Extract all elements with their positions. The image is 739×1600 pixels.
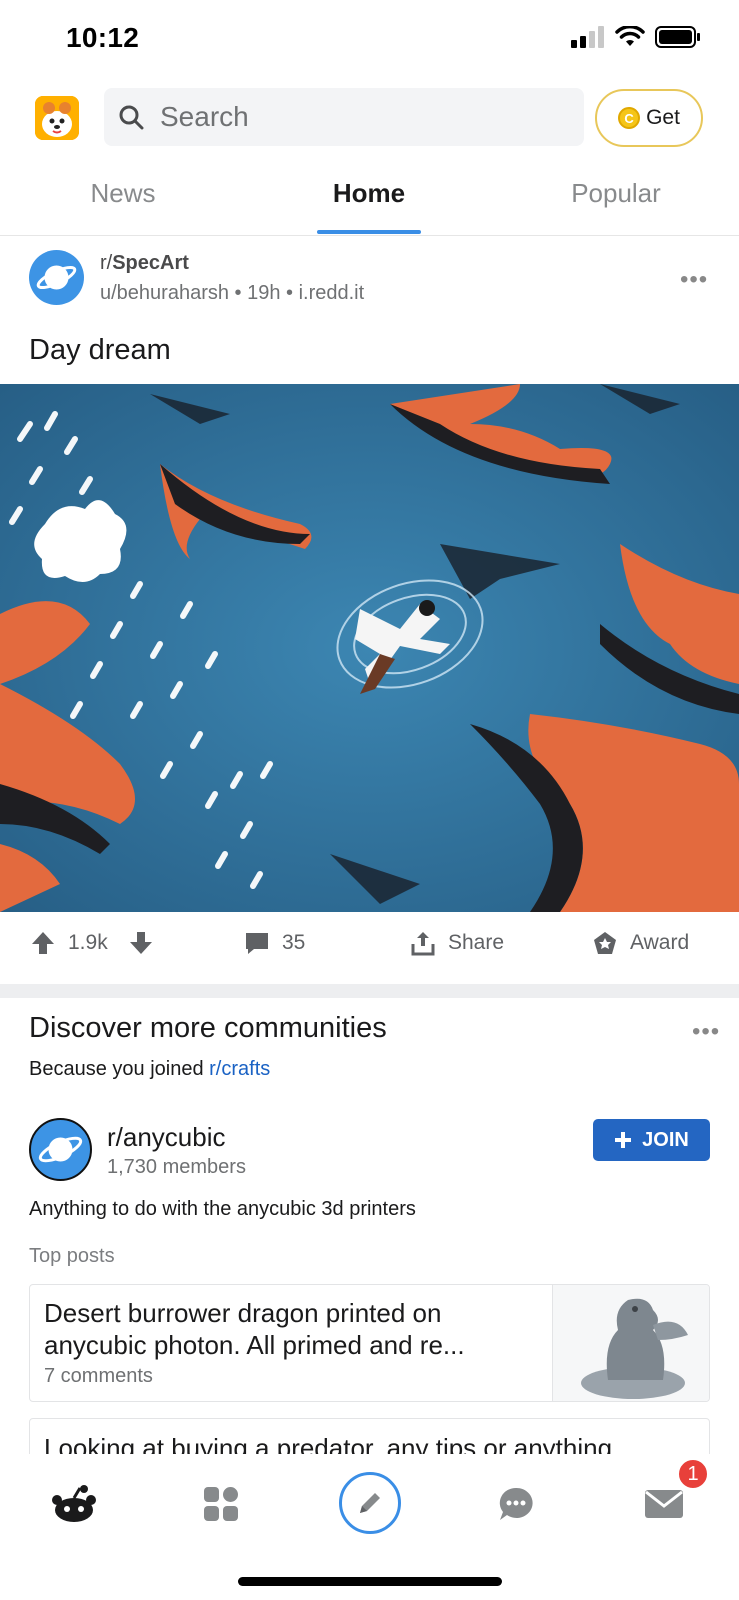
planet-icon — [36, 265, 77, 290]
coin-icon: C — [618, 107, 641, 129]
downvote-icon[interactable] — [128, 930, 154, 956]
top-post-title: Desert burrower dragon printed on anycub… — [44, 1298, 465, 1360]
battery-icon — [655, 26, 700, 48]
upvote-count: 1.9k — [68, 931, 108, 954]
user-avatar[interactable] — [35, 96, 79, 140]
discover-more-button[interactable]: ••• — [692, 1018, 720, 1046]
post-more-button[interactable]: ••• — [680, 266, 708, 294]
share-icon — [411, 932, 435, 956]
top-posts-label: Top posts — [29, 1245, 115, 1267]
comments-button[interactable]: 35 — [244, 930, 305, 956]
upvote-icon[interactable] — [30, 930, 56, 956]
because-text: Because you joined — [29, 1058, 204, 1080]
plus-icon — [615, 1132, 632, 1148]
share-label: Share — [448, 931, 505, 954]
status-icons — [571, 26, 701, 48]
nav-chat[interactable] — [486, 1474, 546, 1534]
community-name[interactable]: r/anycubic — [107, 1122, 226, 1153]
nav-home[interactable] — [44, 1474, 104, 1534]
communities-grid-icon — [204, 1487, 238, 1521]
status-time: 10:12 — [66, 22, 140, 53]
mail-icon — [645, 1490, 683, 1518]
subreddit-name[interactable]: r/SpecArt — [100, 252, 189, 275]
post-actions: 1.9k 35 Share Award — [0, 912, 739, 984]
planet-icon — [38, 1136, 83, 1163]
compose-button[interactable] — [339, 1472, 401, 1534]
share-button[interactable]: Share — [410, 930, 504, 956]
search-icon — [119, 105, 144, 130]
status-bar: 10:12 — [0, 0, 739, 80]
snoo-avatar-icon — [35, 96, 79, 140]
join-button[interactable]: JOIN — [593, 1119, 710, 1161]
comment-count: 35 — [282, 931, 306, 954]
nav-communities[interactable] — [191, 1474, 251, 1534]
community-avatar[interactable] — [29, 1118, 92, 1181]
subreddit-label: SpecArt — [112, 252, 189, 274]
top-post-card[interactable]: Desert burrower dragon printed on anycub… — [29, 1284, 710, 1402]
chat-icon — [499, 1487, 533, 1520]
inbox-badge: 1 — [677, 1458, 709, 1490]
top-post-comments: 7 comments — [44, 1365, 153, 1387]
top-post-thumbnail — [552, 1285, 709, 1401]
cellular-signal-icon — [571, 26, 604, 48]
community-description: Anything to do with the anycubic 3d prin… — [29, 1198, 416, 1220]
join-label: JOIN — [642, 1128, 689, 1151]
feed-tabs: News Home Popular — [0, 166, 739, 236]
home-indicator[interactable] — [238, 1577, 502, 1586]
post-title[interactable]: Day dream — [29, 334, 171, 367]
award-icon — [594, 932, 616, 954]
post-header: r/SpecArt u/behuraharsh • 19h • i.redd.i… — [0, 236, 739, 316]
joined-community-link[interactable]: r/crafts — [209, 1058, 270, 1080]
feed-separator — [0, 984, 739, 998]
pencil-icon — [360, 1493, 380, 1513]
search-input[interactable]: Search — [104, 88, 584, 146]
snoo-home-icon — [52, 1485, 96, 1522]
nav-create-post[interactable] — [337, 1470, 403, 1536]
discover-title: Discover more communities — [29, 1012, 387, 1044]
tab-news[interactable]: News — [43, 178, 203, 209]
top-header: Search C Get — [0, 84, 739, 154]
subreddit-avatar[interactable] — [29, 250, 84, 305]
dragon-figure-thumbnail — [581, 1298, 688, 1399]
award-label: Award — [630, 931, 690, 954]
comment-icon — [246, 933, 268, 954]
subreddit-prefix: r/ — [100, 252, 113, 274]
wifi-icon — [615, 26, 645, 46]
tab-home[interactable]: Home — [289, 178, 449, 209]
get-coins-button[interactable]: C Get — [595, 89, 703, 147]
vote-group: 1.9k — [30, 930, 154, 956]
search-placeholder: Search — [160, 101, 249, 132]
active-tab-indicator — [317, 230, 421, 234]
post-image[interactable] — [0, 384, 739, 912]
award-button[interactable]: Award — [592, 930, 689, 956]
tab-popular[interactable]: Popular — [536, 178, 696, 209]
discover-reason: Because you joined r/crafts — [29, 1058, 270, 1081]
community-members: 1,730 members — [107, 1156, 246, 1178]
get-label: Get — [646, 106, 680, 129]
day-dream-illustration — [0, 384, 739, 912]
post-meta[interactable]: u/behuraharsh • 19h • i.redd.it — [100, 282, 364, 305]
